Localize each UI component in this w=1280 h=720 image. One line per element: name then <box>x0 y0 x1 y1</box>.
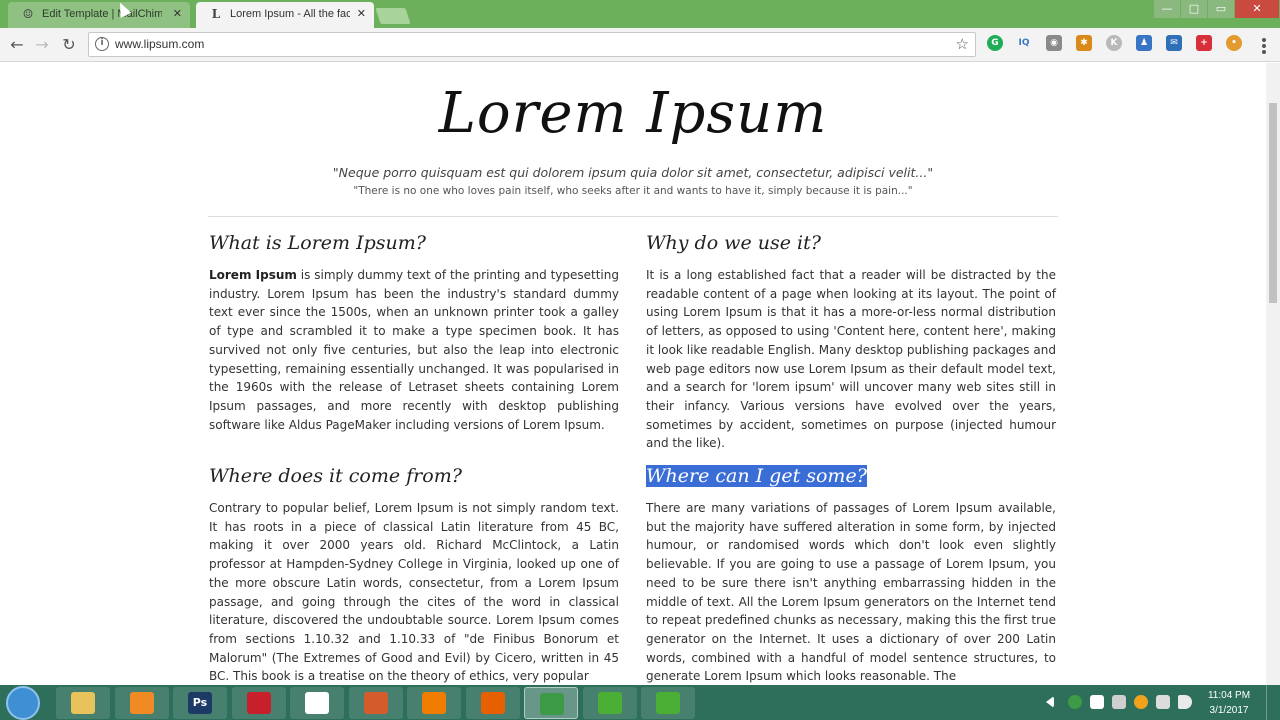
tab-title: Edit Template | MailChimp <box>42 8 162 20</box>
lead-text: Lorem Ipsum <box>209 268 297 282</box>
tray-app-icon[interactable] <box>1134 695 1148 709</box>
taskbar-item-photoshop[interactable]: Ps <box>173 687 227 719</box>
show-desktop-button[interactable] <box>1266 685 1280 720</box>
taskbar-item-camtasia[interactable] <box>583 687 637 719</box>
page-title: Lorem Ipsum <box>438 81 828 146</box>
camtasia-recorder-icon <box>656 692 680 714</box>
tray-display-icon[interactable] <box>1156 695 1170 709</box>
taskbar-item-media-player[interactable] <box>115 687 169 719</box>
body-text: is simply dummy text of the printing and… <box>209 268 619 432</box>
clock-time: 11:04 PM <box>1207 690 1251 701</box>
tray-network-icon[interactable] <box>1112 695 1126 709</box>
divider <box>208 216 1058 217</box>
url-text: www.lipsum.com <box>115 37 205 51</box>
explorer-icon <box>71 692 95 714</box>
forward-button[interactable]: → <box>31 34 53 56</box>
taskbar-item-vlc[interactable] <box>407 687 461 719</box>
firefox-icon <box>481 692 505 714</box>
section-body: It is a long established fact that a rea… <box>646 268 1056 451</box>
tray-plus-icon[interactable] <box>1090 695 1104 709</box>
section-why-use: Why do we use it? It is a long establish… <box>646 232 1056 453</box>
scrollbar-thumb[interactable] <box>1269 103 1277 303</box>
media-player-icon <box>130 692 154 714</box>
address-bar[interactable]: i www.lipsum.com ☆ <box>88 32 976 57</box>
tab-title: Lorem Ipsum - All the facts <box>230 8 350 20</box>
taskbar-item-camtasia-recorder[interactable] <box>641 687 695 719</box>
camera-icon[interactable]: ◉ <box>1046 35 1062 51</box>
section-heading: Where can I get some? <box>646 465 1056 489</box>
new-tab-button[interactable] <box>375 8 411 24</box>
k-icon[interactable]: K <box>1106 35 1122 51</box>
section-body: Lorem Ipsum is simply dummy text of the … <box>209 266 619 434</box>
page-scrollbar[interactable] <box>1266 63 1280 685</box>
page-content: Lorem Ipsum "Neque porro quisquam est qu… <box>0 63 1266 685</box>
iq-icon[interactable]: IQ <box>1016 35 1032 51</box>
tab-close-icon[interactable]: ✕ <box>173 2 182 26</box>
section-heading: What is Lorem Ipsum? <box>209 232 426 254</box>
back-button[interactable]: ← <box>6 34 28 56</box>
grammarly-icon[interactable]: G <box>987 35 1003 51</box>
mailchimp-icon: ☺ <box>22 7 34 21</box>
downloader-icon <box>247 692 271 714</box>
mail-icon[interactable]: ✉ <box>1166 35 1182 51</box>
section-body: Contrary to popular belief, Lorem Ipsum … <box>209 501 619 684</box>
lipsum-favicon-icon: L <box>211 7 221 21</box>
volume-icon[interactable] <box>1178 695 1192 709</box>
start-button[interactable] <box>6 686 40 720</box>
taskbar-item-chrome[interactable] <box>524 687 578 719</box>
restore-button[interactable]: ▭ <box>1208 0 1234 18</box>
vlc-icon <box>422 692 446 714</box>
section-heading: Why do we use it? <box>646 232 821 254</box>
image-viewer-icon <box>364 692 388 714</box>
tray-expand-icon[interactable] <box>1046 696 1054 708</box>
system-clock[interactable]: 11:04 PM 3/1/2017 <box>1200 688 1258 718</box>
latin-quote: "Neque porro quisquam est qui dolorem ip… <box>332 165 934 180</box>
star-app-icon <box>305 692 329 714</box>
taskbar-item-image-viewer[interactable] <box>349 687 403 719</box>
section-body: There are many variations of passages of… <box>646 501 1056 684</box>
cookie-icon[interactable]: • <box>1226 35 1242 51</box>
tray-chrome-icon[interactable] <box>1068 695 1082 709</box>
section-heading: Where does it come from? <box>209 465 462 487</box>
tab-strip: ☺ Edit Template | MailChimp ✕ L Lorem Ip… <box>0 0 1280 28</box>
english-quote: "There is no one who loves pain itself, … <box>353 185 913 197</box>
section-what-is: What is Lorem Ipsum? Lorem Ipsum is simp… <box>209 232 619 434</box>
tab-lipsum[interactable]: L Lorem Ipsum - All the facts ✕ <box>196 2 374 28</box>
section-where-from: Where does it come from? Contrary to pop… <box>209 465 619 685</box>
bookmark-star-icon[interactable]: ☆ <box>956 34 969 55</box>
browser-menu-icon[interactable] <box>1262 38 1266 54</box>
close-window-button[interactable]: ✕ <box>1235 0 1279 18</box>
taskbar-item-explorer[interactable] <box>56 687 110 719</box>
minimize-button[interactable]: — <box>1154 0 1180 18</box>
taskbar-item-downloader[interactable] <box>232 687 286 719</box>
selected-heading-text[interactable]: Where can I get some? <box>646 465 867 487</box>
puzzle-icon[interactable]: ✱ <box>1076 35 1092 51</box>
camtasia-icon <box>598 692 622 714</box>
info-icon[interactable]: i <box>95 37 109 51</box>
taskbar: Ps 11:04 PM 3/1/2017 <box>0 685 1280 720</box>
photoshop-icon: Ps <box>188 692 212 714</box>
tab-close-icon[interactable]: ✕ <box>357 2 366 26</box>
tab-mailchimp[interactable]: ☺ Edit Template | MailChimp ✕ <box>8 2 190 28</box>
plus-icon[interactable]: + <box>1196 35 1212 51</box>
maximize-button[interactable]: □ <box>1181 0 1207 18</box>
taskbar-item-firefox[interactable] <box>466 687 520 719</box>
section-where-get: Where can I get some? There are many var… <box>646 465 1056 685</box>
browser-toolbar: ← → ↻ i www.lipsum.com ☆ G IQ ◉ ✱ K ♟ ✉ … <box>0 28 1280 62</box>
chrome-icon <box>540 693 564 715</box>
clock-date: 3/1/2017 <box>1209 705 1249 716</box>
taskbar-item-star-app[interactable] <box>290 687 344 719</box>
user-icon[interactable]: ♟ <box>1136 35 1152 51</box>
reload-button[interactable]: ↻ <box>58 34 80 56</box>
